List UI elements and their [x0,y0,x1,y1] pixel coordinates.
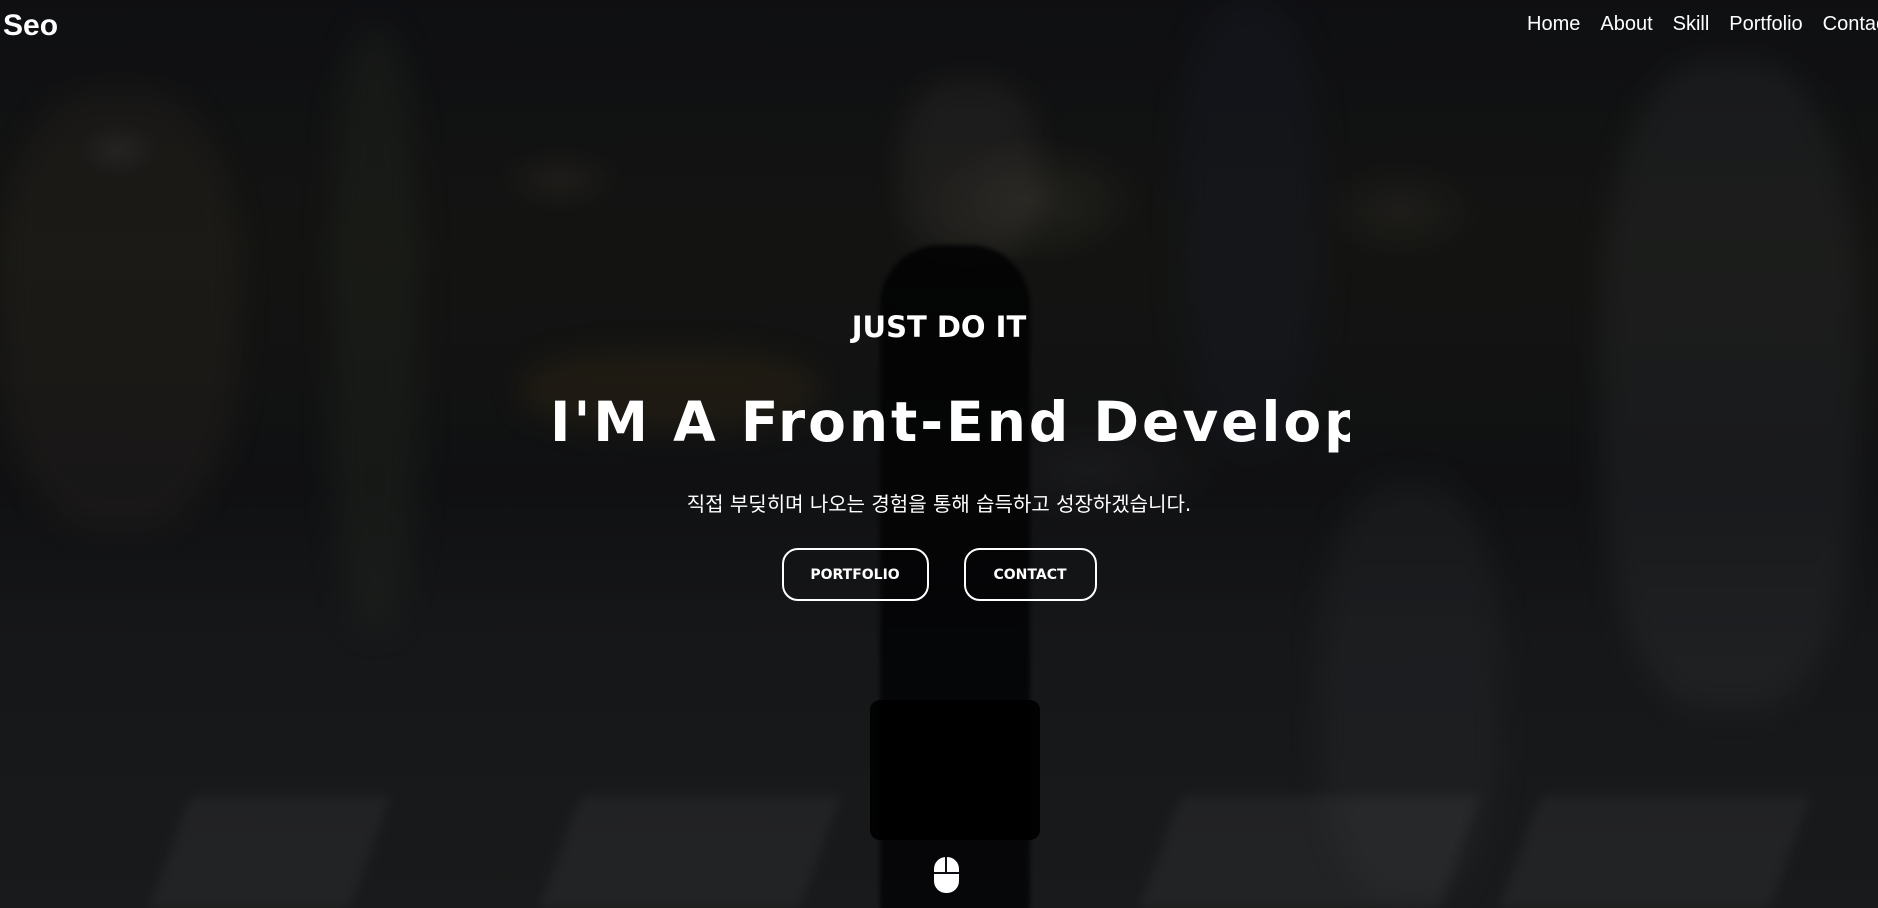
mouse-icon[interactable] [934,857,959,893]
nav-item-skill[interactable]: Skill [1673,13,1710,36]
hero-headline-text: I'M A Front-End Developer [550,390,1350,454]
hero-dark-overlay [0,0,1878,908]
nav-menu: Home About Skill Portfolio Contact [1527,13,1878,36]
nav-item-portfolio[interactable]: Portfolio [1729,13,1802,36]
site-logo[interactable]: Seo [3,9,58,43]
hero-buttons: PORTFOLIO CONTACT [0,548,1878,601]
top-navigation: Seo Home About Skill Portfolio Contact [0,0,1878,55]
nav-item-home[interactable]: Home [1527,13,1580,36]
nav-item-contact[interactable]: Contact [1823,13,1878,36]
hero-subtitle: 직접 부딪히며 나오는 경험을 통해 습득하고 성장하겠습니다. [686,492,1192,516]
hero-headline: I'M A Front-End Developer [550,390,1350,454]
contact-button[interactable]: CONTACT [963,548,1097,601]
hero-tagline: JUST DO IT [851,310,1027,344]
nav-item-about[interactable]: About [1600,13,1652,36]
portfolio-button[interactable]: PORTFOLIO [781,548,929,601]
